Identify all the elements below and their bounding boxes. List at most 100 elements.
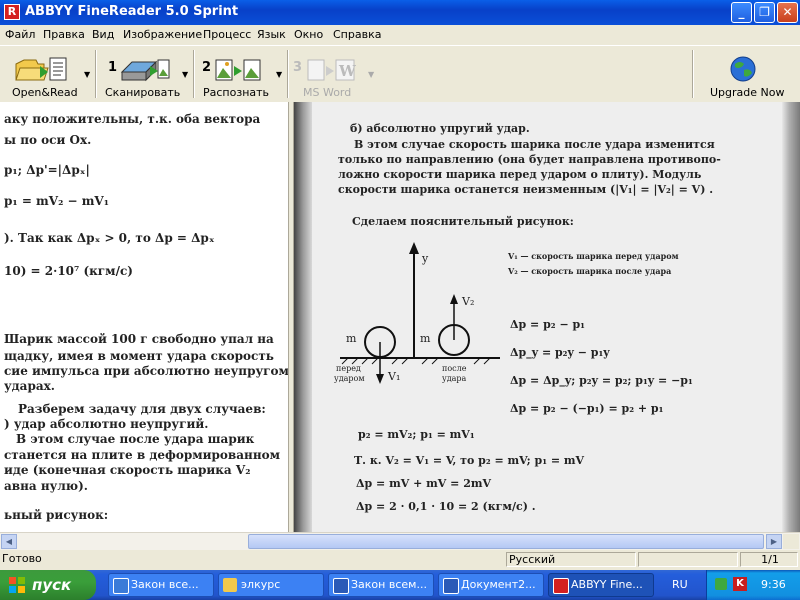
scan-text-line: ). Так как Δpₓ > 0, то Δp = Δpₓ	[4, 231, 215, 245]
scan-text-line: авна нулю).	[4, 479, 88, 493]
scan-step-number: 1	[108, 60, 118, 75]
recognize-label: Распознать	[203, 86, 270, 99]
scan-text-line: ) удар абсолютно неупругий.	[4, 417, 209, 431]
upgrade-now-button[interactable]: Upgrade Now	[700, 46, 790, 102]
scan-text-line: ударах.	[4, 379, 55, 393]
recognize-icon	[215, 59, 261, 81]
scan-formula: Δp_y = p₂y − p₁y	[510, 346, 610, 359]
scroll-left-button[interactable]: ◀	[1, 534, 17, 549]
open-read-label: Open&Read	[12, 86, 78, 99]
finereader-icon	[553, 578, 569, 594]
legend-v1: V₁ — скорость шарика перед ударом	[508, 251, 679, 261]
taskbar-item-label: Закон все...	[131, 578, 199, 591]
page-gutter-shadow	[294, 102, 312, 532]
before-impact-label: ударом	[334, 374, 365, 383]
before-impact-label: перед	[336, 364, 361, 373]
upgrade-now-label: Upgrade Now	[710, 86, 785, 99]
open-read-icon	[15, 57, 67, 81]
scan-text-line: иде (конечная скорость шарика V₂	[4, 463, 251, 477]
menu-view[interactable]: Вид	[92, 28, 114, 41]
status-empty-panel	[638, 552, 738, 567]
scrollbar-corner	[783, 534, 799, 549]
minimize-button[interactable]: _	[731, 2, 752, 23]
toolbar-separator	[287, 50, 289, 98]
maximize-button[interactable]: ❐	[754, 2, 775, 23]
msword-step-number: 3	[293, 60, 303, 75]
status-language: Русский	[506, 552, 636, 567]
page-edge-shadow	[782, 102, 800, 532]
taskbar-item[interactable]: Закон все...	[108, 573, 214, 597]
scroll-right-button[interactable]: ▶	[766, 534, 782, 549]
y-axis-label: y	[422, 252, 429, 265]
scan-text-line: Разберем задачу для двух случаев:	[18, 402, 266, 416]
menu-language[interactable]: Язык	[257, 28, 286, 41]
menu-help[interactable]: Справка	[333, 28, 381, 41]
taskbar-item[interactable]: Документ2...	[438, 573, 544, 597]
taskbar-item-label: элкурс	[241, 578, 281, 591]
menu-window[interactable]: Окно	[294, 28, 323, 41]
start-label: пуск	[32, 576, 72, 594]
taskbar-item-label: Документ2...	[461, 578, 536, 591]
app-icon[interactable]: R	[4, 4, 20, 20]
scan-text-line: В этом случае скорость шарика после удар…	[354, 138, 715, 151]
after-impact-label: удара	[442, 374, 467, 383]
velocity-v2-label: V₂	[462, 295, 475, 308]
scan-formula: Δp = 2 · 0,1 · 10 = 2 (кгм/с) .	[356, 500, 536, 513]
taskbar-item-label: ABBYY Fine...	[571, 578, 643, 591]
after-impact-label: после	[442, 364, 467, 373]
recognize-button[interactable]: 2 Распознать	[198, 46, 280, 102]
toolbar-separator	[193, 50, 195, 98]
menu-file[interactable]: Файл	[5, 28, 35, 41]
language-indicator[interactable]: RU	[672, 578, 688, 591]
scan-formula: Δp = p₂ − p₁	[510, 318, 585, 331]
scan-text-line: станется на плите в деформированном	[4, 448, 281, 462]
scan-text-line: В этом случае после удара шарик	[16, 432, 255, 446]
scroll-thumb[interactable]	[248, 534, 764, 549]
msword-button[interactable]: 3 W MS Word	[292, 46, 374, 102]
start-button[interactable]: пуск	[0, 570, 96, 600]
scan-dropdown-icon[interactable]: ▼	[182, 70, 188, 79]
tray-app-icon[interactable]	[715, 578, 727, 590]
msword-dropdown-icon[interactable]: ▼	[368, 70, 374, 79]
taskbar-item[interactable]: Закон всем...	[328, 573, 434, 597]
menu-process[interactable]: Процесс	[203, 28, 251, 41]
scan-formula: Δp = mV + mV = 2mV	[356, 477, 492, 490]
menu-edit[interactable]: Правка	[43, 28, 85, 41]
scan-formula: p₁ = mV₂ − mV₁	[4, 194, 109, 208]
scan-text-line: Шарик массой 100 г свободно упал на	[4, 332, 274, 346]
recognize-dropdown-icon[interactable]: ▼	[276, 70, 282, 79]
scan-text-line: Сделаем пояснительный рисунок:	[352, 215, 574, 228]
scan-button[interactable]: 1 Сканировать	[100, 46, 182, 102]
taskbar-item-active[interactable]: ABBYY Fine...	[548, 573, 654, 597]
image-pane-left[interactable]: аку положительны, т.к. оба вектора ы по …	[0, 102, 288, 532]
word-document-icon	[443, 578, 459, 594]
taskbar: пуск Закон все... элкурс Закон всем... Д…	[0, 570, 800, 600]
windows-logo-icon	[9, 577, 25, 593]
scan-text-line: щадку, имея в момент удара скорость	[4, 349, 274, 363]
menu-bar: Файл Правка Вид Изображение Процесс Язык…	[0, 25, 800, 44]
horizontal-scrollbar[interactable]: ◀ ▶	[0, 532, 800, 550]
scan-label: Сканировать	[105, 86, 181, 99]
scan-formula: Δp = Δp_y; p₂y = p₂; p₁y = −p₁	[510, 374, 693, 387]
taskbar-item[interactable]: элкурс	[218, 573, 324, 597]
mass-label: m	[420, 332, 431, 345]
scan-text-line: только по направлению (она будет направл…	[338, 153, 721, 166]
image-pane-right[interactable]: б) абсолютно упругий удар. В этом случае…	[294, 102, 800, 532]
scan-formula: Δp = p₂ − (−p₁) = p₂ + p₁	[510, 402, 664, 415]
scan-text-line: сие импульса при абсолютно неупругом	[4, 364, 288, 378]
legend-v2: V₂ — скорость шарика после удара	[508, 266, 672, 276]
toolbar: Open&Read ▼ 1 Сканировать ▼ 2 Распознать…	[0, 45, 800, 103]
menu-image[interactable]: Изображение	[123, 28, 202, 41]
system-tray: K 9:36	[706, 570, 800, 600]
status-bar: Готово Русский 1/1	[0, 550, 800, 570]
close-button[interactable]: ✕	[777, 2, 798, 23]
open-read-button[interactable]: Open&Read	[0, 46, 82, 102]
svg-text:W: W	[338, 62, 356, 80]
title-bar: R ABBYY FineReader 5.0 Sprint _ ❐ ✕	[0, 0, 800, 25]
word-icon: W	[307, 59, 356, 81]
antivirus-icon[interactable]: K	[733, 577, 747, 591]
window-title: ABBYY FineReader 5.0 Sprint	[25, 4, 239, 19]
status-page-counter: 1/1	[740, 552, 798, 567]
open-read-dropdown-icon[interactable]: ▼	[84, 70, 90, 79]
scan-text-line: ьный рисунок:	[4, 508, 109, 522]
